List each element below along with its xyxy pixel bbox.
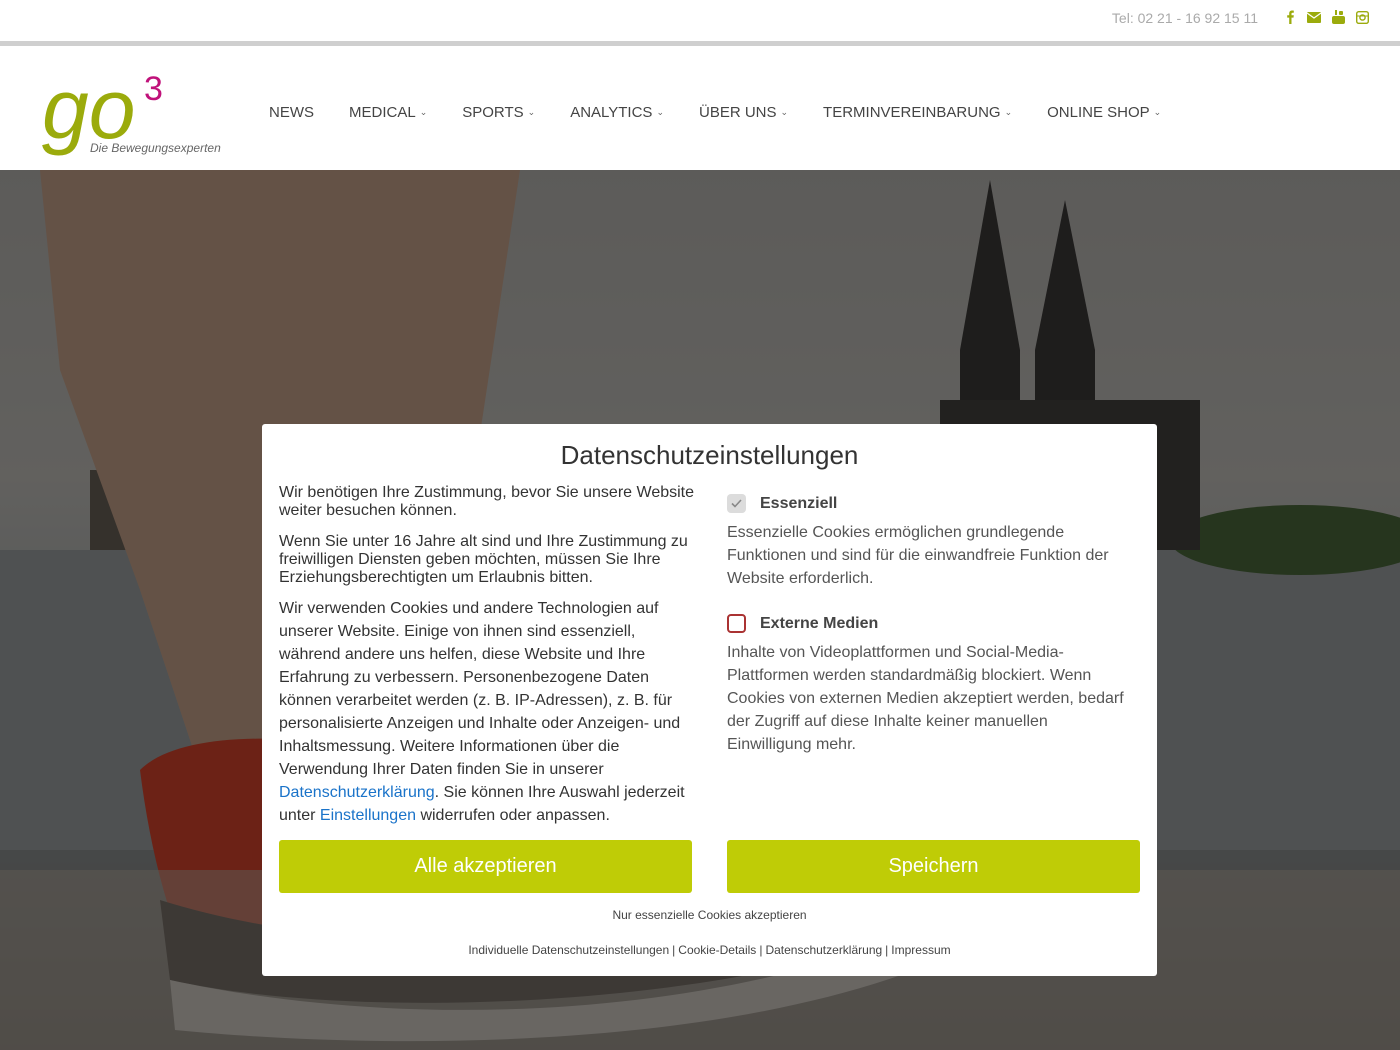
- cookie-details-link[interactable]: Cookie-Details: [678, 943, 756, 957]
- imprint-link[interactable]: Impressum: [891, 943, 950, 957]
- chevron-down-icon: ⌄: [1153, 107, 1162, 117]
- consent-intro: Wir benötigen Ihre Zustimmung, bevor Sie…: [279, 484, 695, 519]
- settings-link[interactable]: Einstellungen: [320, 807, 416, 824]
- nav-item-label: ANALYTICS: [570, 104, 653, 121]
- modal-footer-links: Individuelle Datenschutzeinstellungen | Co…: [262, 943, 1157, 957]
- consent-details-text-a: Wir verwenden Cookies und andere Technol…: [279, 600, 681, 778]
- privacy-settings-modal: Datenschutzeinstellungen Wir benötigen I…: [262, 424, 1157, 976]
- nav-item-online-shop[interactable]: ONLINE SHOP ⌄: [1047, 104, 1161, 121]
- facebook-icon[interactable]: [1282, 9, 1298, 25]
- external-media-label: Externe Medien: [760, 614, 879, 632]
- consent-details-text-c: widerrufen oder anpassen.: [416, 807, 610, 824]
- consent-text-column: Wir benötigen Ihre Zustimmung, bevor Sie…: [279, 484, 694, 840]
- social-links: [1282, 9, 1370, 25]
- consent-age-notice: Wenn Sie unter 16 Jahre alt sind und Ihr…: [279, 533, 688, 586]
- external-media-checkbox[interactable]: [727, 614, 746, 633]
- save-button[interactable]: Speichern: [727, 840, 1140, 893]
- accept-essential-only-link[interactable]: Nur essenzielle Cookies akzeptieren: [262, 908, 1157, 922]
- nav-item-label: NEWS: [269, 104, 314, 121]
- go3-logo[interactable]: go 3 Die Bewegungsexperten: [42, 62, 242, 160]
- link-separator: |: [885, 943, 889, 957]
- nav-item-label: SPORTS: [462, 104, 524, 121]
- nav-item-label: ONLINE SHOP: [1047, 104, 1150, 121]
- nav-item-medical[interactable]: MEDICAL ⌄: [349, 104, 427, 121]
- consent-details: Wir verwenden Cookies und andere Technol…: [279, 597, 694, 827]
- logo-superscript: 3: [144, 70, 163, 108]
- nav-item-label: ÜBER UNS: [698, 104, 777, 121]
- group-essential: Essenziell: [727, 494, 1127, 513]
- envelope-icon[interactable]: [1306, 9, 1322, 25]
- chevron-down-icon: ⌄: [527, 107, 536, 117]
- check-icon: [731, 499, 742, 508]
- top-bar: Tel: 02 21 - 16 92 15 11: [0, 0, 1400, 46]
- nav-item-analytics[interactable]: ANALYTICS ⌄: [570, 104, 664, 121]
- accept-all-button[interactable]: Alle akzeptieren: [279, 840, 692, 893]
- nav-item-ueber-uns[interactable]: ÜBER UNS ⌄: [699, 104, 788, 121]
- cookie-groups-column: Essenziell Essenzielle Cookies ermöglich…: [727, 494, 1127, 780]
- nav-item-news[interactable]: NEWS: [269, 104, 314, 121]
- essential-label: Essenziell: [760, 494, 838, 512]
- external-media-description: Inhalte von Videoplattformen und Social-…: [727, 644, 1124, 753]
- link-separator: |: [672, 943, 676, 957]
- privacy-policy-link[interactable]: Datenschutzerklärung: [279, 784, 435, 801]
- youtube-icon[interactable]: [1330, 9, 1346, 25]
- modal-title: Datenschutzeinstellungen: [560, 440, 859, 470]
- group-external-media: Externe Medien: [727, 614, 1127, 633]
- footer-privacy-link[interactable]: Datenschutzerklärung: [765, 943, 882, 957]
- chevron-down-icon: ⌄: [780, 107, 789, 117]
- main-nav: NEWS MEDICAL ⌄ SPORTS ⌄ ANALYTICS ⌄ ÜBER UN…: [269, 104, 1196, 121]
- nav-item-label: TERMINVEREINBARUNG: [823, 104, 1001, 121]
- nav-item-sports[interactable]: SPORTS ⌄: [462, 104, 535, 121]
- chevron-down-icon: ⌄: [656, 107, 664, 117]
- instagram-icon[interactable]: [1354, 9, 1370, 25]
- link-separator: |: [759, 943, 763, 957]
- individual-settings-link[interactable]: Individuelle Datenschutzeinstellungen: [468, 943, 669, 957]
- essential-checkbox[interactable]: [727, 494, 746, 513]
- nav-item-label: MEDICAL: [349, 104, 416, 121]
- phone-number[interactable]: Tel: 02 21 - 16 92 15 11: [1112, 10, 1258, 26]
- logo-tagline: Die Bewegungsexperten: [90, 141, 221, 155]
- nav-item-terminvereinbarung[interactable]: TERMINVEREINBARUNG ⌄: [823, 104, 1012, 121]
- site-header: go 3 Die Bewegungsexperten NEWS MEDICAL ⌄…: [0, 46, 1400, 170]
- essential-description: Essenzielle Cookies ermöglichen grundleg…: [727, 524, 1109, 587]
- chevron-down-icon: ⌄: [419, 107, 428, 117]
- chevron-down-icon: ⌄: [1004, 107, 1013, 117]
